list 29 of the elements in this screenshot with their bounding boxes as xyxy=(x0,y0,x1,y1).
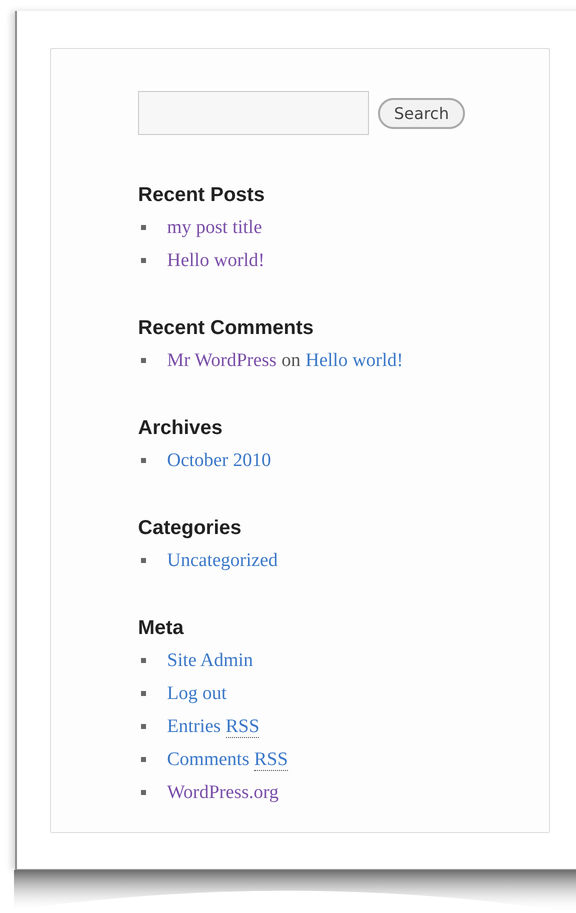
bullet-icon xyxy=(141,225,146,230)
bullet-icon xyxy=(141,790,146,795)
widget-title: Meta xyxy=(138,616,185,641)
bullet-icon xyxy=(141,358,146,363)
bullet-icon xyxy=(141,458,146,463)
widget-title: Recent Comments xyxy=(138,316,315,341)
search-field[interactable] xyxy=(138,91,369,135)
sidebar-link[interactable]: Log out xyxy=(167,677,227,710)
widget-title: Categories xyxy=(138,516,242,541)
sidebar-link[interactable]: Uncategorized xyxy=(167,544,278,577)
widget-title: Archives xyxy=(138,416,224,441)
widget-title: Recent Posts xyxy=(138,183,266,208)
bullet-icon xyxy=(141,691,146,696)
sidebar-link[interactable]: Entries RSS xyxy=(167,710,260,743)
bullet-icon xyxy=(141,558,146,563)
comment-joiner: on xyxy=(281,349,300,373)
sidebar-link[interactable]: WordPress.org xyxy=(167,776,279,809)
sidebar-link[interactable]: Comments RSS xyxy=(167,743,288,776)
bullet-icon xyxy=(141,724,146,729)
sidebar-link[interactable]: my post title xyxy=(167,211,262,244)
bullet-icon xyxy=(141,658,146,663)
sidebar-link[interactable]: Hello world! xyxy=(167,244,265,277)
sidebar-link[interactable]: Site Admin xyxy=(167,644,254,677)
post-link[interactable]: Hello world! xyxy=(305,344,404,377)
search-button[interactable]: Search xyxy=(378,98,465,128)
bullet-icon xyxy=(141,757,146,762)
author-link[interactable]: Mr WordPress xyxy=(167,344,276,377)
bullet-icon xyxy=(141,258,146,263)
sidebar-link[interactable]: October 2010 xyxy=(167,444,271,477)
